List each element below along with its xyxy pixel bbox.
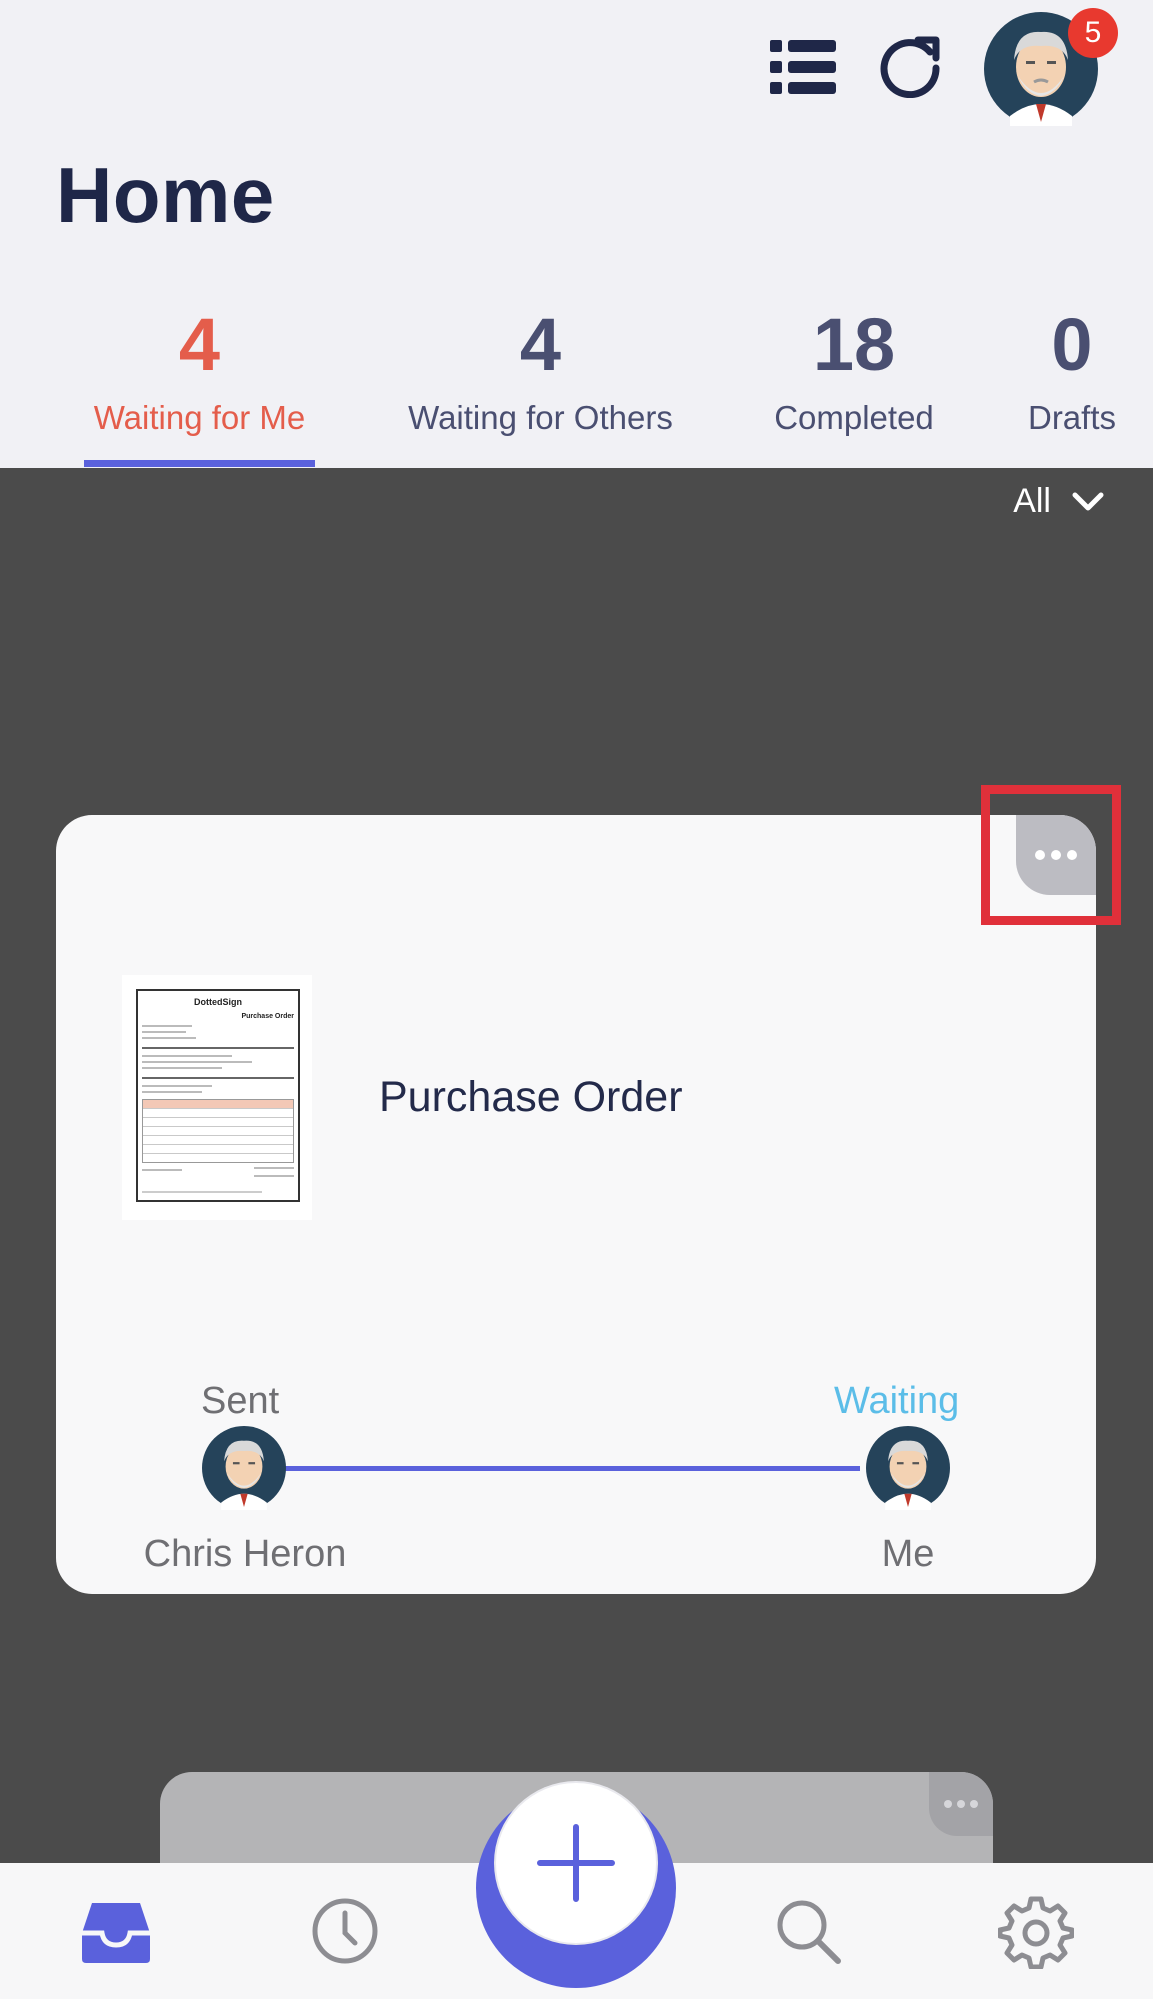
- more-dot: [957, 1800, 965, 1808]
- refresh-icon[interactable]: [878, 32, 944, 99]
- add-button[interactable]: [496, 1783, 656, 1943]
- document-list[interactable]: All DottedSign Purchase Order Purchase O…: [0, 468, 1153, 1932]
- tab-label: Waiting for Others: [408, 399, 673, 436]
- page-title: Home: [56, 151, 275, 239]
- tab-count: 0: [1051, 303, 1093, 386]
- header: 5 Home 4 Waiting for Me 4 Waiting for Ot…: [0, 0, 1153, 468]
- tab-completed[interactable]: 18 Completed: [768, 290, 940, 436]
- tab-drafts[interactable]: 0 Drafts: [1024, 290, 1120, 436]
- list-icon[interactable]: [770, 38, 836, 96]
- chevron-down-icon: [1072, 492, 1104, 510]
- more-options-button[interactable]: [929, 1772, 993, 1836]
- sender-status: Sent: [201, 1380, 280, 1422]
- more-dot: [944, 1800, 952, 1808]
- filter-label: All: [1013, 482, 1051, 520]
- avatar-icon: [866, 1426, 950, 1510]
- top-toolbar: 5: [0, 0, 1153, 150]
- tab-label: Drafts: [1027, 399, 1116, 436]
- tab-waiting-for-me[interactable]: 4 Waiting for Me: [84, 290, 315, 436]
- tab-label: Completed: [774, 399, 934, 436]
- signing-flow: Sent Waiting Chris Heron Me: [56, 815, 1096, 1594]
- receiver-avatar: [866, 1426, 950, 1510]
- flow-line: [244, 1466, 860, 1471]
- tab-count: 4: [178, 303, 221, 386]
- tab-label: Waiting for Me: [93, 399, 306, 436]
- more-dot: [970, 1800, 978, 1808]
- plus-icon: [537, 1824, 615, 1902]
- avatar-icon: [202, 1426, 286, 1510]
- notification-badge: 5: [1068, 8, 1118, 58]
- receiver-name: Me: [881, 1533, 935, 1575]
- document-card[interactable]: DottedSign Purchase Order Purchase Order: [56, 815, 1096, 1594]
- search-icon[interactable]: [770, 1893, 846, 1969]
- sender-avatar: [202, 1426, 286, 1510]
- status-tabs: 4 Waiting for Me 4 Waiting for Others 18…: [0, 290, 1153, 468]
- settings-icon[interactable]: [998, 1893, 1074, 1969]
- user-avatar[interactable]: 5: [984, 8, 1118, 126]
- clock-icon[interactable]: [307, 1893, 383, 1969]
- receiver-status: Waiting: [834, 1380, 960, 1422]
- inbox-icon[interactable]: [78, 1893, 154, 1969]
- active-tab-indicator: [84, 460, 315, 467]
- tab-count: 4: [519, 303, 562, 386]
- filter-dropdown[interactable]: All: [1013, 482, 1105, 521]
- tab-count: 18: [812, 303, 896, 386]
- tab-waiting-for-others[interactable]: 4 Waiting for Others: [398, 290, 683, 436]
- sender-name: Chris Heron: [143, 1533, 347, 1575]
